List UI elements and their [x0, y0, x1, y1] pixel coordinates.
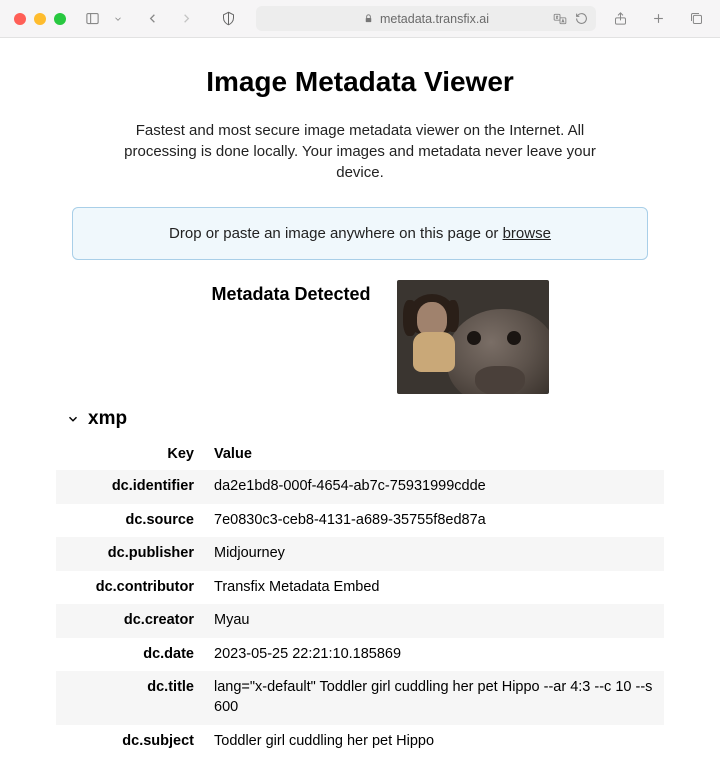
privacy-shield-icon[interactable] [218, 9, 238, 29]
browse-link[interactable]: browse [503, 225, 551, 242]
sidebar-menu-chevron-icon[interactable] [108, 9, 128, 29]
metadata-key: dc.date [56, 638, 204, 672]
metadata-detected-heading: Metadata Detected [211, 280, 370, 305]
metadata-value: Midjourney [204, 537, 664, 571]
image-thumbnail [397, 280, 549, 394]
table-row: dc.subjectToddler girl cuddling her pet … [56, 725, 664, 758]
new-tab-icon[interactable] [648, 9, 668, 29]
metadata-value: Myau [204, 604, 664, 638]
dropzone[interactable]: Drop or paste an image anywhere on this … [72, 207, 648, 260]
window-controls [14, 13, 66, 25]
metadata-key: dc.source [56, 504, 204, 538]
metadata-key: dc.contributor [56, 571, 204, 605]
metadata-value: Toddler girl cuddling her pet Hippo [204, 725, 664, 758]
section-toggle-xmp[interactable]: xmp [66, 408, 664, 430]
metadata-table: Key Value dc.identifierda2e1bd8-000f-465… [56, 440, 664, 758]
dropzone-text: Drop or paste an image anywhere on this … [169, 225, 503, 242]
metadata-key: dc.identifier [56, 470, 204, 504]
table-row: dc.publisherMidjourney [56, 537, 664, 571]
metadata-value: 7e0830c3-ceb8-4131-a689-35755f8ed87a [204, 504, 664, 538]
browser-toolbar: metadata.transfix.ai [0, 0, 720, 38]
reload-icon[interactable] [575, 12, 588, 25]
metadata-value: Transfix Metadata Embed [204, 571, 664, 605]
close-window-button[interactable] [14, 13, 26, 25]
page-title: Image Metadata Viewer [56, 66, 664, 98]
back-button-icon[interactable] [142, 9, 162, 29]
metadata-key: dc.publisher [56, 537, 204, 571]
chevron-down-icon [66, 412, 80, 426]
forward-button-icon[interactable] [176, 9, 196, 29]
table-row: dc.titlelang="x-default" Toddler girl cu… [56, 671, 664, 724]
page-subtitle: Fastest and most secure image metadata v… [120, 120, 600, 183]
column-header-key: Key [56, 440, 204, 470]
column-header-value: Value [204, 440, 664, 470]
sidebar-toggle-icon[interactable] [82, 9, 102, 29]
section-name: xmp [88, 408, 127, 430]
url-text: metadata.transfix.ai [380, 12, 489, 26]
metadata-value: da2e1bd8-000f-4654-ab7c-75931999cdde [204, 470, 664, 504]
table-row: dc.source7e0830c3-ceb8-4131-a689-35755f8… [56, 504, 664, 538]
table-row: dc.creatorMyau [56, 604, 664, 638]
metadata-key: dc.title [56, 671, 204, 724]
share-icon[interactable] [610, 9, 630, 29]
translate-icon[interactable] [553, 12, 567, 26]
table-row: dc.contributorTransfix Metadata Embed [56, 571, 664, 605]
table-row: dc.date2023-05-25 22:21:10.185869 [56, 638, 664, 672]
metadata-key: dc.subject [56, 725, 204, 758]
metadata-value: 2023-05-25 22:21:10.185869 [204, 638, 664, 672]
maximize-window-button[interactable] [54, 13, 66, 25]
minimize-window-button[interactable] [34, 13, 46, 25]
lock-icon [363, 13, 374, 24]
address-bar[interactable]: metadata.transfix.ai [256, 6, 596, 31]
metadata-value: lang="x-default" Toddler girl cuddling h… [204, 671, 664, 724]
table-row: dc.identifierda2e1bd8-000f-4654-ab7c-759… [56, 470, 664, 504]
metadata-key: dc.creator [56, 604, 204, 638]
tabs-overview-icon[interactable] [686, 9, 706, 29]
